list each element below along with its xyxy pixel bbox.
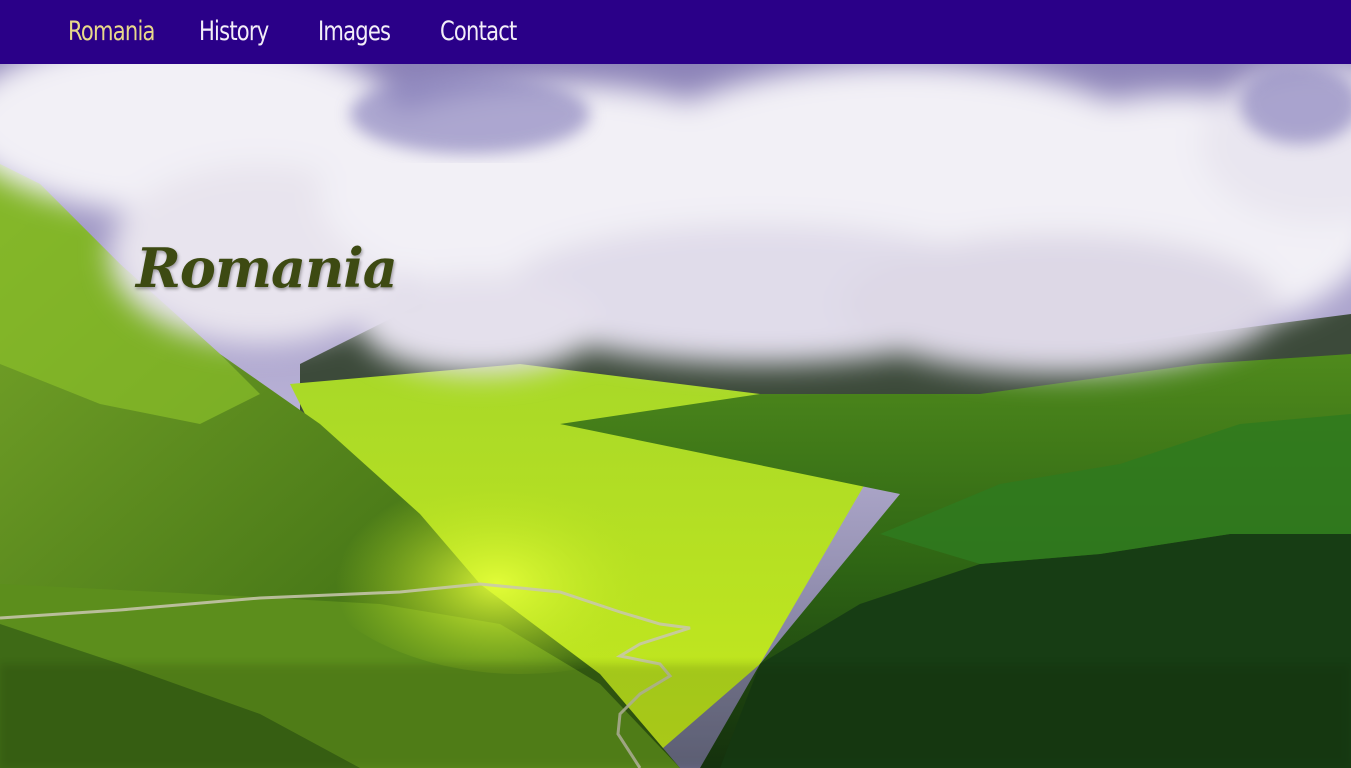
hero-banner: Romania <box>0 64 1351 768</box>
nav-link-contact[interactable]: Contact <box>440 14 517 50</box>
nav-link-images[interactable]: Images <box>318 14 391 50</box>
hero-landscape-image <box>0 64 1351 768</box>
hero-title: Romania <box>136 236 398 300</box>
nav-link-history[interactable]: History <box>199 14 269 50</box>
nav-link-romania[interactable]: Romania <box>68 14 155 50</box>
top-navbar: Romania History Images Contact <box>0 0 1351 64</box>
